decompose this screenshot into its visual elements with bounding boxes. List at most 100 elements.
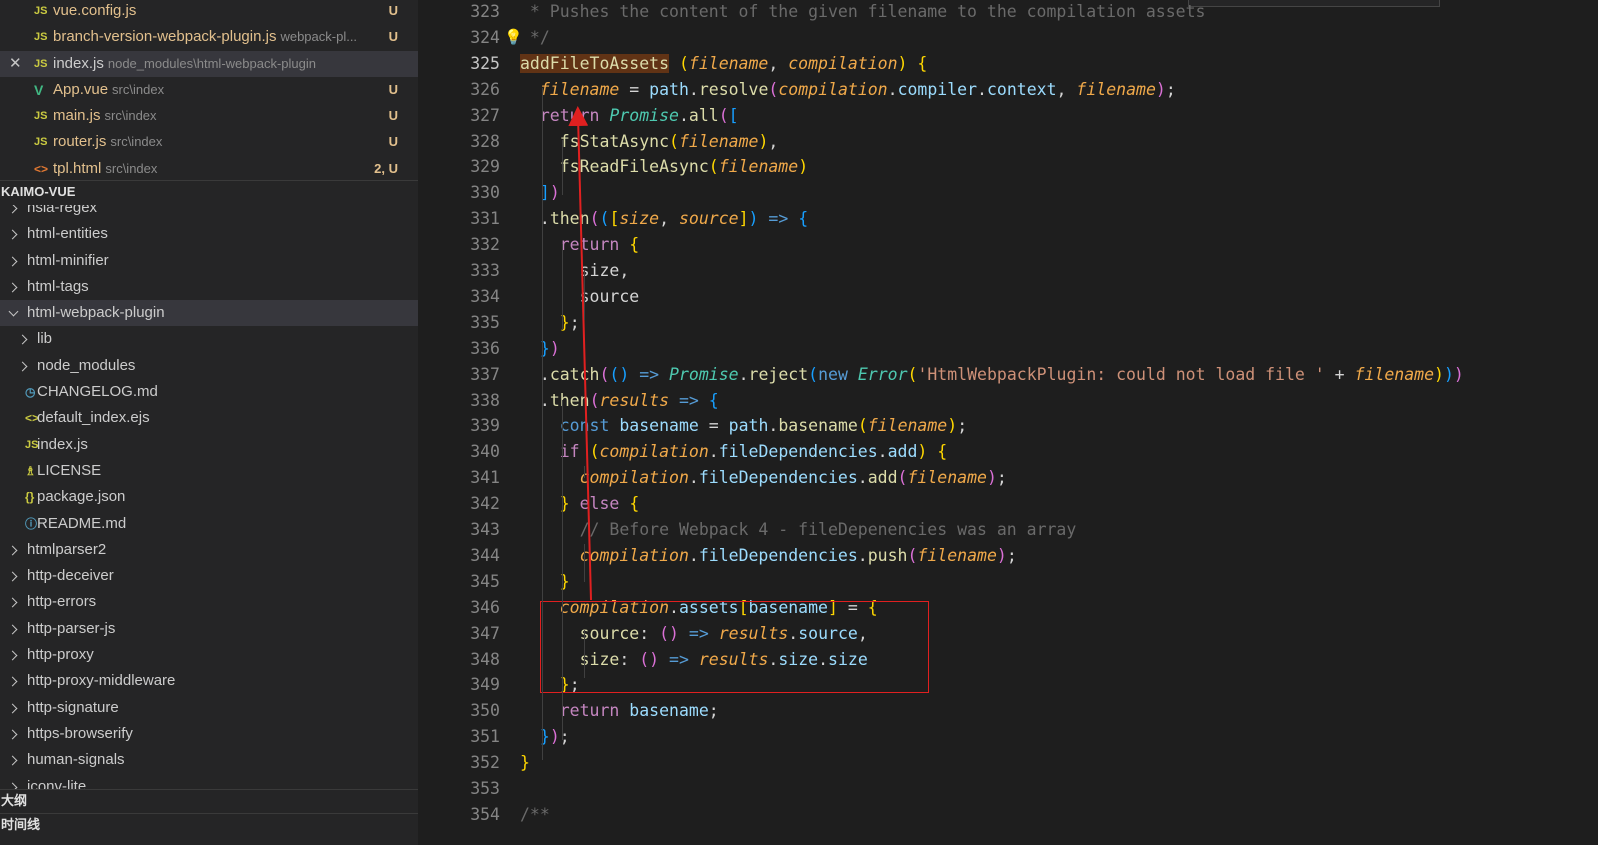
- chevron-icon[interactable]: [19, 353, 29, 379]
- file-path-description: src\index: [105, 160, 158, 176]
- file-tree: hsla-regex html-entities html-minifier html…: [0, 205, 418, 805]
- git-status-badge: U: [388, 81, 398, 97]
- git-status-badge: U: [388, 134, 398, 150]
- tree-item-label: package.json: [37, 488, 126, 506]
- code-editor[interactable]: 323 324 325 326 327 328 329 330 331 332 333 334 335 3…: [418, 0, 1598, 845]
- md-file-icon: ◷: [25, 385, 36, 400]
- file-name: main.js: [53, 107, 101, 125]
- tree-item[interactable]: ◷ CHANGELOG.md: [0, 379, 418, 405]
- vue-file-icon: V: [34, 81, 44, 98]
- explorer-sidebar: JS vue.config.js U JS branch-version-webpack…: [0, 0, 418, 845]
- js-file-icon: JS: [34, 136, 48, 149]
- tree-item-label: default_index.ejs: [37, 409, 150, 427]
- file-path-description: src\index: [104, 108, 157, 124]
- open-editor-item[interactable]: ✕ JS index.js node_modules\html-webpack-plu…: [0, 50, 418, 77]
- tree-item[interactable]: {} package.json: [0, 484, 418, 510]
- tree-item-label: README.md: [37, 514, 127, 532]
- tree-item[interactable]: <> default_index.ejs: [0, 405, 418, 431]
- open-editors-list: JS vue.config.js U JS branch-version-webpack…: [0, 0, 418, 182]
- close-icon[interactable]: ✕: [9, 51, 22, 77]
- chevron-icon[interactable]: [9, 274, 19, 300]
- tree-item[interactable]: node_modules: [0, 353, 418, 379]
- tree-item[interactable]: human-signals: [0, 747, 418, 773]
- tree-item[interactable]: html-entities: [0, 221, 418, 247]
- chevron-icon[interactable]: [9, 747, 19, 773]
- tree-item[interactable]: https-browserify: [0, 721, 418, 747]
- tree-item[interactable]: http-proxy-middleware: [0, 668, 418, 694]
- tree-item-label: http-parser-js: [27, 619, 116, 637]
- js-file-icon: JS: [34, 57, 48, 70]
- tree-item[interactable]: ⓘ README.md: [0, 511, 418, 537]
- open-editor-label: vue.config.js: [53, 0, 136, 24]
- chevron-icon[interactable]: [9, 563, 19, 589]
- open-editor-label: index.js node_modules\html-webpack-plugin: [53, 51, 316, 77]
- chevron-icon[interactable]: [9, 537, 19, 563]
- file-name: router.js: [53, 133, 107, 151]
- tree-item[interactable]: html-webpack-plugin: [0, 300, 418, 327]
- chevron-icon[interactable]: [9, 695, 19, 721]
- open-editor-item[interactable]: V App.vue src\index U: [0, 77, 418, 103]
- tree-item-label: index.js: [37, 435, 88, 453]
- chevron-icon[interactable]: [9, 642, 19, 668]
- open-editor-item[interactable]: JS vue.config.js U: [0, 0, 418, 24]
- js-file-icon: JS: [34, 5, 48, 17]
- file-path-description: node_modules\html-webpack-plugin: [107, 55, 316, 71]
- file-name: index.js: [53, 54, 104, 72]
- html-file-icon: <>: [34, 161, 49, 176]
- tree-item-label: html-entities: [27, 225, 108, 243]
- open-editor-item[interactable]: JS branch-version-webpack-plugin.js webpac…: [0, 24, 418, 50]
- indent-guide: [584, 630, 585, 678]
- git-status-badge: U: [388, 29, 398, 45]
- chevron-icon[interactable]: [9, 300, 19, 326]
- tree-item[interactable]: JS index.js: [0, 432, 418, 458]
- tree-item-label: htmlparser2: [27, 540, 107, 558]
- tree-item-label: http-errors: [27, 593, 97, 611]
- info-file-icon: ⓘ: [25, 516, 38, 531]
- tree-item[interactable]: http-proxy: [0, 642, 418, 668]
- tree-item-label: html-webpack-plugin: [27, 304, 165, 322]
- indent-guide: [542, 88, 543, 760]
- tree-item[interactable]: ♗ LICENSE: [0, 458, 418, 484]
- indent-guide: [584, 544, 585, 582]
- chevron-icon[interactable]: [9, 589, 19, 615]
- file-path-description: src\index: [110, 134, 163, 150]
- open-editor-item[interactable]: <> tpl.html src\index 2, U: [0, 156, 418, 182]
- tree-item[interactable]: http-errors: [0, 589, 418, 615]
- tree-item[interactable]: http-parser-js: [0, 616, 418, 642]
- open-editor-label: branch-version-webpack-plugin.js webpack-…: [53, 24, 357, 50]
- file-name: branch-version-webpack-plugin.js: [53, 28, 277, 46]
- tree-item[interactable]: htmlparser2: [0, 537, 418, 563]
- open-editor-item[interactable]: JS router.js src\index U: [0, 129, 418, 155]
- indent-guide: [562, 140, 563, 195]
- file-name: tpl.html: [53, 159, 102, 177]
- chevron-icon[interactable]: [9, 205, 19, 221]
- chevron-icon[interactable]: [9, 221, 19, 247]
- file-path-description: webpack-pl...: [280, 29, 358, 45]
- chevron-icon[interactable]: [19, 326, 29, 352]
- js-file-icon: JS: [34, 31, 48, 44]
- outline-section-header[interactable]: 大纲: [0, 789, 418, 811]
- chevron-icon[interactable]: [9, 248, 19, 274]
- chevron-icon[interactable]: [9, 616, 19, 642]
- tree-item[interactable]: http-deceiver: [0, 563, 418, 589]
- file-path-description: src\index: [112, 81, 165, 97]
- chevron-icon[interactable]: [9, 721, 19, 747]
- tree-item[interactable]: lib: [0, 326, 418, 352]
- tree-item-label: https-browserify: [27, 724, 133, 742]
- indent-guide: [562, 400, 563, 740]
- tree-item-label: node_modules: [37, 356, 136, 374]
- tree-item[interactable]: hsla-regex: [0, 205, 418, 221]
- tree-item[interactable]: html-minifier: [0, 248, 418, 274]
- open-editor-label: main.js src\index: [53, 103, 157, 129]
- tree-item[interactable]: html-tags: [0, 274, 418, 300]
- explorer-section-header[interactable]: KAIMO-VUE: [0, 180, 418, 202]
- tree-item[interactable]: http-signature: [0, 695, 418, 721]
- chevron-icon[interactable]: [9, 668, 19, 694]
- open-editor-item[interactable]: JS main.js src\index U: [0, 103, 418, 129]
- js-file-icon: JS: [34, 110, 48, 123]
- timeline-section-header[interactable]: 时间线: [0, 813, 418, 835]
- open-editor-label: tpl.html src\index: [53, 156, 157, 182]
- tree-item-label: lib: [37, 330, 53, 348]
- file-name: App.vue: [53, 80, 109, 98]
- tree-item-label: LICENSE: [37, 461, 102, 479]
